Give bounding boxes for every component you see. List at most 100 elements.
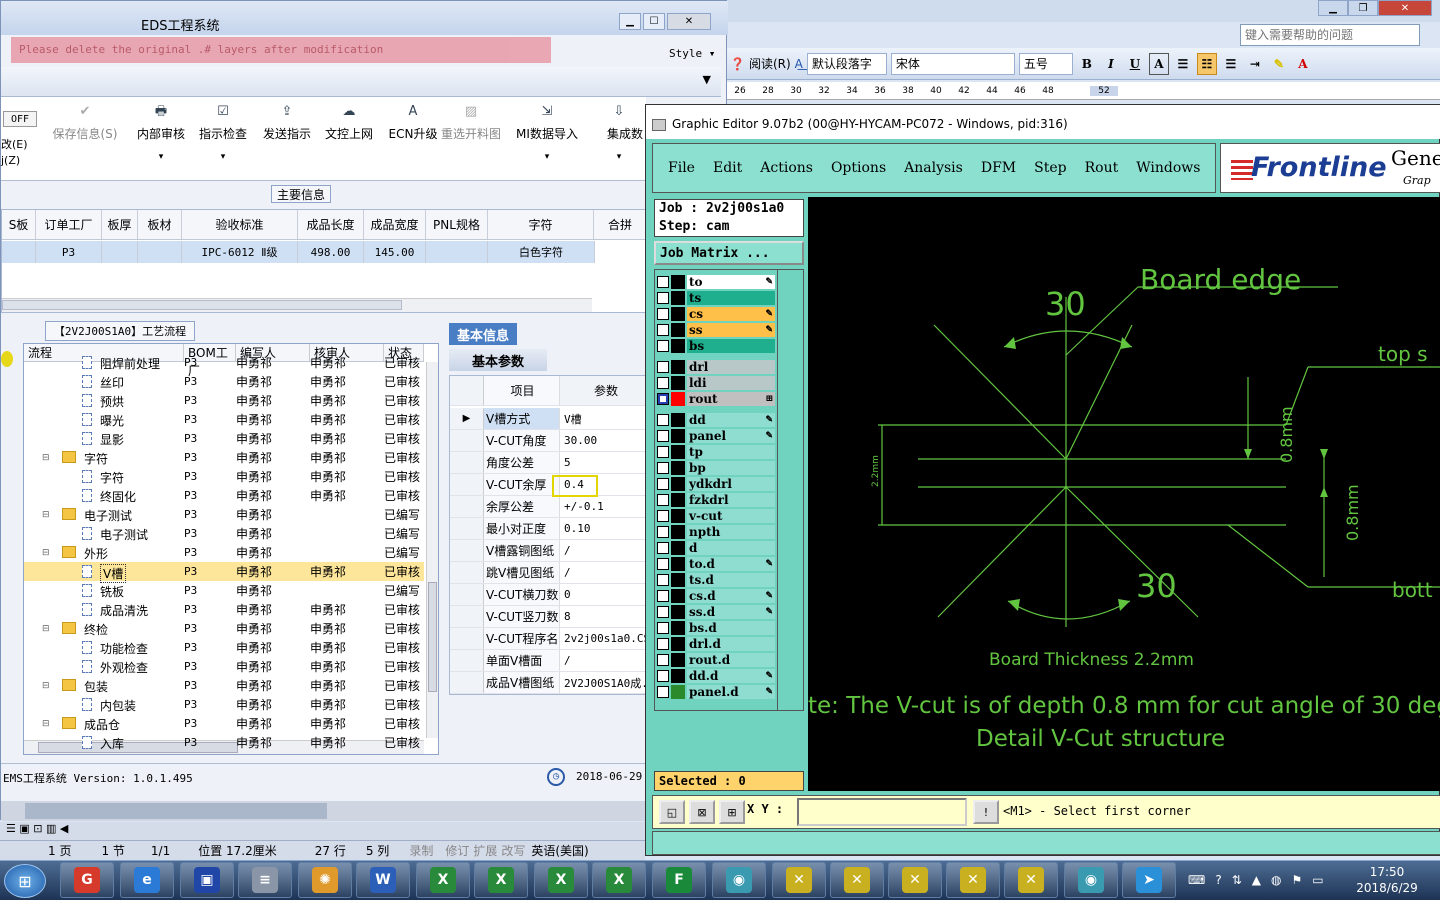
grid-icon[interactable]: ⊞ xyxy=(719,800,745,824)
table-row[interactable]: P3 IPC-6012 Ⅱ级 498.00 145.00 白色字符 xyxy=(2,241,595,263)
zoom-fit-icon[interactable]: ⊠ xyxy=(689,800,715,824)
highlight-icon[interactable]: ✎ xyxy=(1269,53,1289,75)
param-row[interactable]: 跳V槽见图纸 / xyxy=(450,562,648,584)
xy-input[interactable] xyxy=(797,798,967,826)
layer-checkbox[interactable] xyxy=(657,360,669,373)
help-icon[interactable]: ❓ xyxy=(730,57,745,71)
taskbar-app-shell[interactable]: ✺ xyxy=(298,862,352,898)
taskbar-app-x3[interactable]: ✕ xyxy=(888,862,942,898)
param-value[interactable]: 30.00 xyxy=(560,430,648,451)
layer-row[interactable]: bp xyxy=(657,460,775,475)
close-icon[interactable]: ✕ xyxy=(1378,0,1432,16)
layer-checkbox[interactable] xyxy=(657,413,669,426)
toolbar-button-7[interactable]: ⇲ MI数据导入 ▾ xyxy=(513,105,581,165)
layer-row[interactable]: ss.d ✎ xyxy=(657,604,775,619)
layer-row[interactable]: drl.d xyxy=(657,636,775,651)
char-border-icon[interactable]: A xyxy=(1148,52,1169,75)
layer-checkbox[interactable] xyxy=(657,429,669,442)
font-color-icon[interactable]: A xyxy=(1293,53,1313,75)
tree-row[interactable]: 阻焊前处理 P3 申勇祁 申勇祁 已审核 xyxy=(24,353,424,372)
status-ext[interactable]: 扩展 xyxy=(471,842,499,859)
font-select[interactable]: 宋体 xyxy=(890,52,1015,75)
flow-tab[interactable]: 【2V2J00S1A0】工艺流程 xyxy=(45,321,195,341)
menu-rout[interactable]: Rout xyxy=(1076,160,1128,176)
param-value[interactable]: / xyxy=(560,562,648,583)
scrollbar-thumb[interactable] xyxy=(25,803,327,819)
column-header[interactable]: 合拼 xyxy=(594,210,647,239)
tree-row[interactable]: 入库 P3 申勇祁 申勇祁 已审核 xyxy=(24,733,424,752)
menu-edit[interactable]: 改(E) xyxy=(1,137,28,153)
align-justify-icon[interactable]: ☰ xyxy=(1173,53,1193,75)
layer-checkbox[interactable] xyxy=(657,573,669,586)
column-header[interactable]: 参数 xyxy=(560,376,648,405)
layer-row[interactable]: dd ✎ xyxy=(657,412,775,427)
toolbar-button-2[interactable]: ☑ 指示检查 ▾ xyxy=(193,105,253,165)
param-row[interactable]: 最小对正度 0.10 xyxy=(450,518,648,540)
param-value[interactable]: +/-0.1 xyxy=(560,496,648,517)
toolbar-button-6[interactable]: ▨ 重选开料图 xyxy=(441,105,501,165)
column-header[interactable]: PNL规格 xyxy=(426,210,488,239)
tree-row[interactable]: ⊟ 字符 P3 申勇祁 申勇祁 已审核 xyxy=(24,448,424,467)
indent-icon[interactable]: ⇥ xyxy=(1245,53,1265,75)
layer-checkbox[interactable] xyxy=(657,392,669,405)
font-size-select[interactable]: 五号 xyxy=(1018,52,1073,75)
layer-checkbox[interactable] xyxy=(657,376,669,389)
tree-row[interactable]: 内包装 P3 申勇祁 申勇祁 已审核 xyxy=(24,695,424,714)
layer-checkbox[interactable] xyxy=(657,445,669,458)
collapse-icon[interactable]: ⊟ xyxy=(42,511,50,520)
flag-icon[interactable]: ⚑ xyxy=(1291,873,1302,887)
layer-row[interactable]: cs ✎ xyxy=(657,306,775,321)
layer-checkbox[interactable] xyxy=(657,541,669,554)
taskbar-app-excel1[interactable]: X xyxy=(416,862,470,898)
layer-checkbox[interactable] xyxy=(657,291,669,304)
tree-row[interactable]: ⊟ 外形 P3 申勇祁 已编写 xyxy=(24,543,424,562)
param-row[interactable]: V-CUT竖刀数 8 xyxy=(450,606,648,628)
style-label[interactable]: Style ▾ xyxy=(669,47,715,60)
network-icon[interactable]: ◍ xyxy=(1271,873,1281,887)
chevron-down-icon[interactable]: ▾ xyxy=(131,152,191,162)
toolbar-button-1[interactable]: 🖶 内部审核 ▾ xyxy=(131,105,191,165)
layer-row[interactable]: ts.d xyxy=(657,572,775,587)
vertical-scrollbar[interactable] xyxy=(426,362,438,738)
styles-icon[interactable]: A͟ xyxy=(795,57,803,71)
numbered-list-icon[interactable]: ☷ xyxy=(1196,52,1217,75)
status-ovr[interactable]: 改写 xyxy=(499,842,527,859)
taskbar-app-x5[interactable]: ✕ xyxy=(1004,862,1058,898)
column-header[interactable]: 订单工厂 xyxy=(36,210,102,239)
tree-row[interactable]: 字符 P3 申勇祁 申勇祁 已审核 xyxy=(24,467,424,486)
layer-row[interactable]: rout.d xyxy=(657,652,775,667)
collapse-icon[interactable]: ⊟ xyxy=(42,454,50,463)
bold-icon[interactable]: B xyxy=(1077,53,1097,75)
close-icon[interactable]: ✕ xyxy=(667,13,711,30)
column-header[interactable]: 字符 xyxy=(488,210,594,239)
layer-row[interactable]: drl xyxy=(657,359,775,374)
tree-row[interactable]: 预烘 P3 申勇祁 申勇祁 已审核 xyxy=(24,391,424,410)
drawing-canvas[interactable]: Board edge 30 30 top s bott 0.8mm 0.8mm … xyxy=(808,197,1440,791)
layer-checkbox[interactable] xyxy=(657,275,669,288)
tree-row[interactable]: ⊟ 包装 P3 申勇祁 申勇祁 已审核 xyxy=(24,676,424,695)
layer-checkbox[interactable] xyxy=(657,557,669,570)
menu-file[interactable]: File xyxy=(659,160,704,176)
layer-checkbox[interactable] xyxy=(657,637,669,650)
help-icon[interactable]: ? xyxy=(1215,873,1221,887)
layer-checkbox[interactable] xyxy=(657,323,669,336)
basic-info-tab[interactable]: 基本信息 xyxy=(449,323,517,345)
status-rec[interactable]: 录制 xyxy=(399,842,443,859)
job-matrix-button[interactable]: Job Matrix ... xyxy=(654,241,804,265)
chevron-down-icon[interactable]: ▾ xyxy=(513,152,581,162)
param-value[interactable]: 2v2j00s1a0.CSV xyxy=(560,628,648,649)
layer-row[interactable]: npth xyxy=(657,524,775,539)
word-read-button[interactable]: 阅读(R) xyxy=(749,55,791,72)
layer-row[interactable]: to.d ✎ xyxy=(657,556,775,571)
layer-checkbox[interactable] xyxy=(657,477,669,490)
tree-row[interactable]: 成品清洗 P3 申勇祁 申勇祁 已审核 xyxy=(24,600,424,619)
basic-params-tab[interactable]: 基本参数 xyxy=(449,349,547,371)
taskbar-app-excel2[interactable]: X xyxy=(474,862,528,898)
collapse-icon[interactable]: ⊟ xyxy=(42,549,50,558)
taskbar-app-x2[interactable]: ✕ xyxy=(830,862,884,898)
param-value[interactable]: 0 xyxy=(560,584,648,605)
collapse-icon[interactable]: ⊟ xyxy=(42,720,50,729)
param-value[interactable]: 2V2J00S1A0成... xyxy=(560,672,648,693)
restore-icon[interactable]: ❐ xyxy=(1348,0,1378,16)
layer-row[interactable]: ydkdrl xyxy=(657,476,775,491)
